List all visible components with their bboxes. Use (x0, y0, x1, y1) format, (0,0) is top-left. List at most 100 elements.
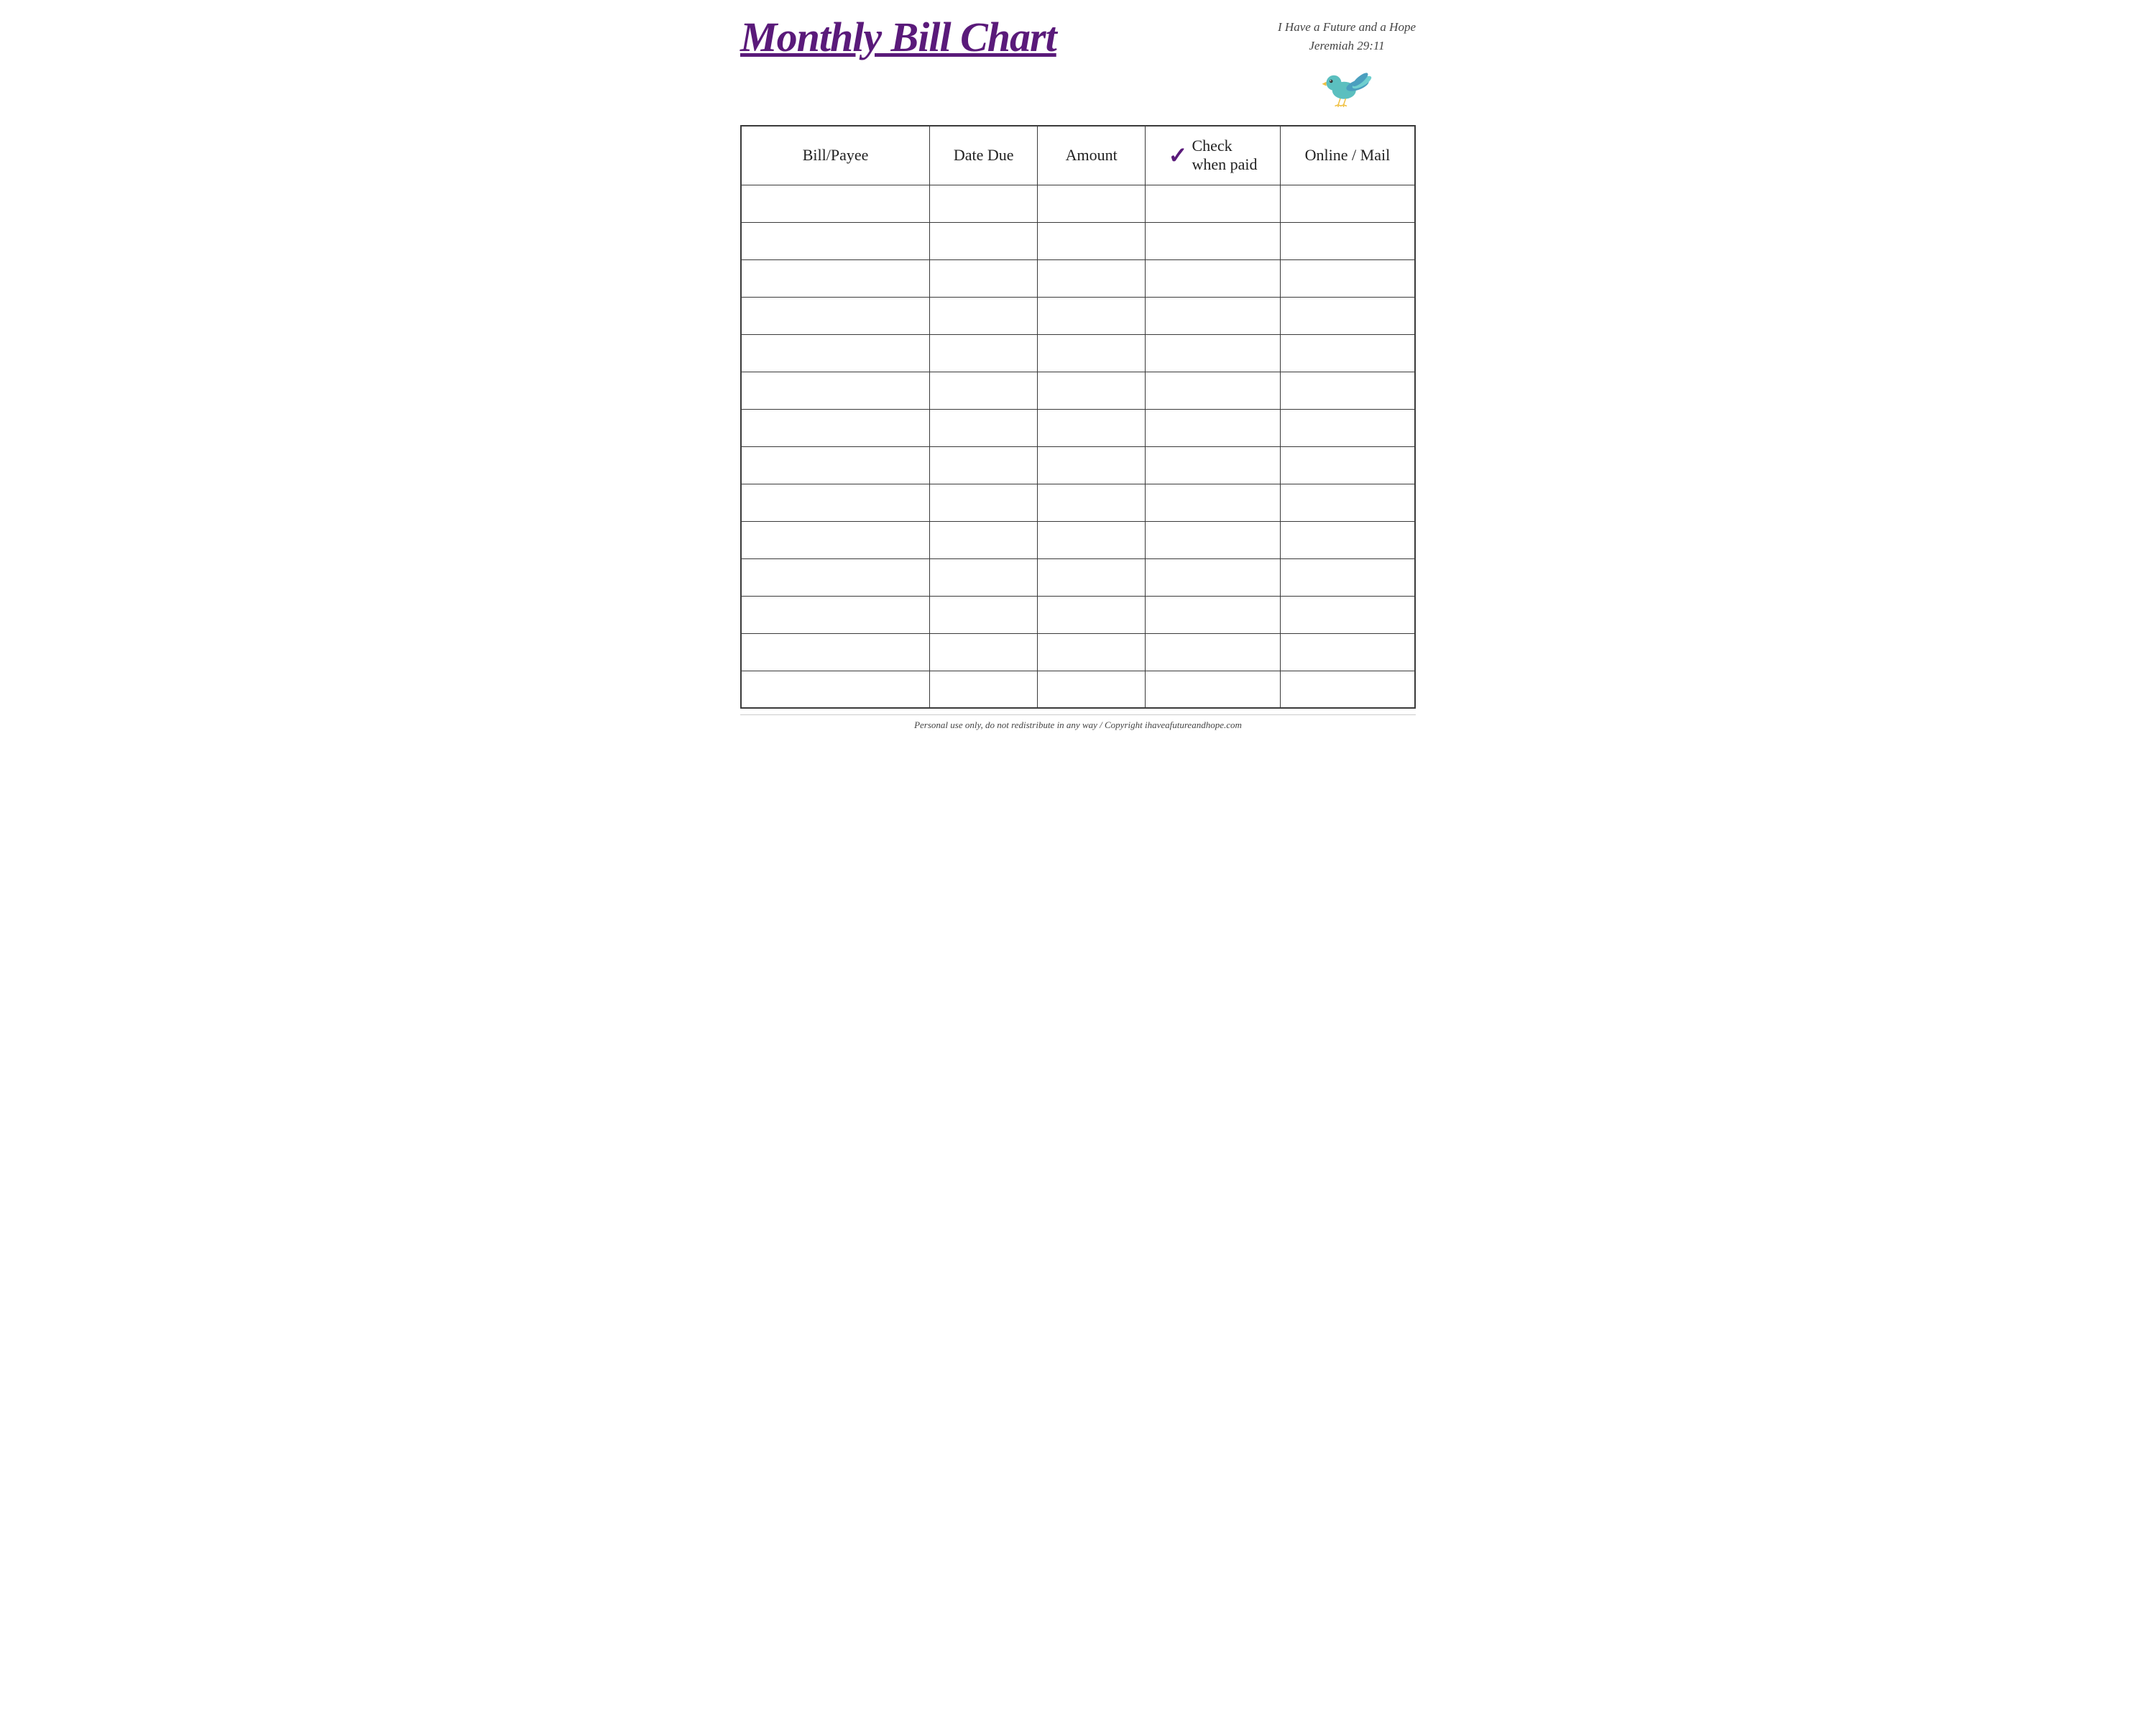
table-row (741, 185, 1415, 222)
bird-icon (1314, 58, 1379, 109)
table-cell (1146, 297, 1281, 334)
table-header-row: Bill/Payee Date Due Amount ✓ Checkwhen p… (741, 126, 1415, 185)
table-cell (741, 409, 930, 446)
table-cell (1280, 334, 1415, 372)
table-cell (1038, 185, 1146, 222)
table-cell (1146, 484, 1281, 521)
table-cell (930, 372, 1038, 409)
table-cell (1280, 409, 1415, 446)
table-cell (741, 222, 930, 259)
table-cell (741, 334, 930, 372)
table-cell (1280, 259, 1415, 297)
table-row (741, 334, 1415, 372)
table-row (741, 558, 1415, 596)
table-cell (1146, 372, 1281, 409)
table-cell (741, 372, 930, 409)
tagline-line2: Jeremiah 29:11 (1309, 39, 1384, 52)
table-row (741, 484, 1415, 521)
table-cell (1038, 372, 1146, 409)
footer-text: Personal use only, do not redistribute i… (914, 719, 1242, 730)
table-row (741, 633, 1415, 671)
page: Monthly Bill Chart I Have a Future and a… (719, 0, 1437, 742)
bird-container (1314, 58, 1379, 112)
table-cell (741, 671, 930, 708)
table-cell (741, 558, 930, 596)
table-cell (1280, 558, 1415, 596)
col-header-amount: Amount (1038, 126, 1146, 185)
table-row (741, 372, 1415, 409)
table-cell (930, 521, 1038, 558)
table-cell (1038, 409, 1146, 446)
table-cell (930, 446, 1038, 484)
table-body (741, 185, 1415, 708)
table-cell (741, 185, 930, 222)
table-cell (1280, 372, 1415, 409)
table-cell (1146, 671, 1281, 708)
table-cell (1146, 521, 1281, 558)
header: Monthly Bill Chart I Have a Future and a… (740, 14, 1416, 112)
table-cell (1038, 484, 1146, 521)
table-cell (1038, 521, 1146, 558)
table-row (741, 259, 1415, 297)
table-cell (741, 521, 930, 558)
col-header-bill-payee: Bill/Payee (741, 126, 930, 185)
table-row (741, 409, 1415, 446)
table-cell (741, 446, 930, 484)
table-cell (1280, 446, 1415, 484)
table-cell (1146, 596, 1281, 633)
table-cell (1146, 222, 1281, 259)
table-cell (930, 222, 1038, 259)
table-cell (1146, 334, 1281, 372)
table-row (741, 222, 1415, 259)
table-cell (930, 484, 1038, 521)
table-cell (1146, 446, 1281, 484)
table-cell (1038, 297, 1146, 334)
table-cell (1038, 558, 1146, 596)
footer: Personal use only, do not redistribute i… (740, 714, 1416, 735)
table-row (741, 446, 1415, 484)
page-title: Monthly Bill Chart (740, 14, 1278, 60)
table-cell (1038, 259, 1146, 297)
table-cell (930, 297, 1038, 334)
table-cell (930, 671, 1038, 708)
table-cell (930, 633, 1038, 671)
table-cell (741, 484, 930, 521)
table-cell (1038, 633, 1146, 671)
table-cell (1280, 185, 1415, 222)
table-cell (1280, 521, 1415, 558)
bill-chart-table: Bill/Payee Date Due Amount ✓ Checkwhen p… (740, 125, 1416, 709)
table-cell (930, 259, 1038, 297)
table-cell (1146, 259, 1281, 297)
table-cell (1038, 222, 1146, 259)
table-cell (1146, 558, 1281, 596)
table-cell (1280, 596, 1415, 633)
table-cell (741, 633, 930, 671)
table-cell (1280, 671, 1415, 708)
table-cell (1038, 334, 1146, 372)
table-cell (1038, 671, 1146, 708)
col-header-date-due: Date Due (930, 126, 1038, 185)
tagline-text: I Have a Future and a Hope Jeremiah 29:1… (1278, 18, 1416, 55)
tagline-area: I Have a Future and a Hope Jeremiah 29:1… (1278, 14, 1416, 112)
table-cell (741, 596, 930, 633)
tagline-line1: I Have a Future and a Hope (1278, 20, 1416, 34)
col-header-check-when-paid: ✓ Checkwhen paid (1146, 126, 1281, 185)
table-cell (1038, 446, 1146, 484)
checkmark-icon: ✓ (1169, 144, 1188, 167)
table-cell (930, 185, 1038, 222)
check-header-content: ✓ Checkwhen paid (1153, 137, 1273, 175)
table-cell (930, 409, 1038, 446)
table-cell (1280, 297, 1415, 334)
table-cell (930, 334, 1038, 372)
title-area: Monthly Bill Chart (740, 14, 1278, 60)
check-when-paid-label: Checkwhen paid (1192, 137, 1257, 175)
table-cell (1280, 222, 1415, 259)
table-cell (1280, 484, 1415, 521)
table-cell (1280, 633, 1415, 671)
col-header-online-mail: Online / Mail (1280, 126, 1415, 185)
table-cell (930, 558, 1038, 596)
table-row (741, 297, 1415, 334)
table-cell (1146, 633, 1281, 671)
table-cell (741, 259, 930, 297)
table-cell (1146, 185, 1281, 222)
